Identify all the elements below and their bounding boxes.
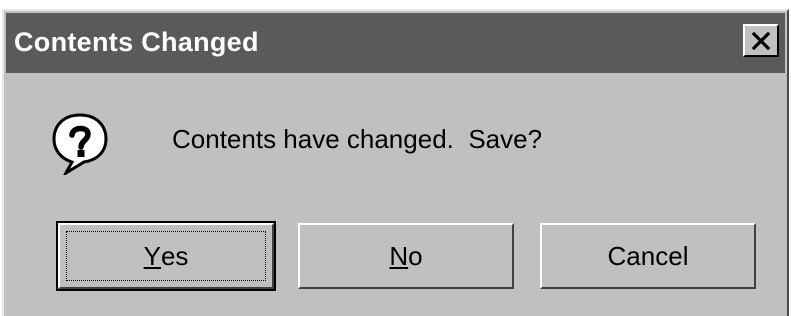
no-label-rest: o (408, 240, 423, 271)
close-icon (751, 31, 771, 50)
cancel-button[interactable]: Cancel (540, 223, 756, 289)
yes-button[interactable]: Yes (56, 221, 276, 291)
contents-changed-dialog: Contents Changed Contents have changed. … (2, 9, 789, 316)
no-button[interactable]: No (298, 223, 514, 289)
close-button[interactable] (743, 24, 779, 57)
yes-mnemonic: Y (143, 240, 161, 271)
cancel-label: Cancel (607, 240, 689, 271)
question-icon (52, 113, 108, 175)
dialog-title: Contents Changed (14, 27, 259, 57)
title-bar[interactable]: Contents Changed (6, 13, 785, 73)
no-mnemonic: N (389, 240, 409, 271)
yes-label-rest: es (160, 240, 189, 271)
message-text: Contents have changed. Save? (172, 124, 543, 154)
